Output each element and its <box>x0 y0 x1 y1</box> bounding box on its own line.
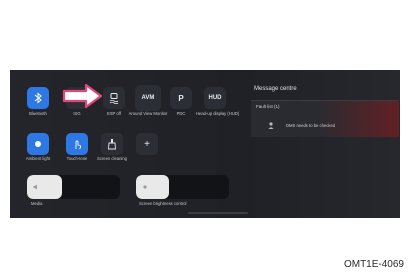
add-shortcut-button[interactable]: + <box>136 133 158 155</box>
fault-highlight <box>319 101 399 137</box>
screen-cleaning-icon <box>108 139 116 150</box>
pdc-icon: P <box>178 93 184 103</box>
ambient-light-label: Ambient light <box>25 156 51 161</box>
bluetooth-tile[interactable] <box>27 87 49 109</box>
pdc-tile[interactable]: P <box>170 87 192 109</box>
callout-arrow-icon <box>62 83 103 109</box>
home-indicator <box>188 212 248 214</box>
bluetooth-icon <box>34 92 42 104</box>
hud-icon: HUD <box>208 95 222 101</box>
esp-off-icon <box>109 93 119 104</box>
brightness-slider-label: Screen brightness control <box>139 201 187 206</box>
fault-message: DMS needs to be checked <box>286 123 336 128</box>
brightness-slider[interactable] <box>136 175 229 199</box>
media-volume-fill <box>27 175 63 199</box>
media-volume-slider[interactable] <box>27 175 120 199</box>
media-slider-label: Media <box>31 201 43 206</box>
esp-off-tile[interactable] <box>103 87 125 109</box>
avm-icon: AVM <box>141 95 155 101</box>
screen-cleaning-label: Screen cleaning <box>96 156 128 161</box>
screen-cleaning-tile[interactable] <box>101 133 123 155</box>
bluetooth-label: Bluetooth <box>29 111 47 116</box>
dms-warning-icon <box>268 122 274 129</box>
avm-tile[interactable]: AVM <box>135 85 161 111</box>
pdc-label: PDC <box>176 111 186 116</box>
fault-list-heading: Fault list (1) <box>256 104 280 109</box>
speaker-icon <box>33 184 37 190</box>
hud-label: Head-up display (HUD) <box>196 111 240 116</box>
brightness-icon <box>143 185 147 189</box>
ambient-light-icon <box>35 141 41 147</box>
figure-id: OMT1E-4069 <box>343 259 404 270</box>
touch-tone-label: Touch-tone <box>66 156 88 161</box>
esp-off-label: ESP off <box>106 111 122 116</box>
touch-icon <box>75 140 82 150</box>
add-icon: + <box>144 138 150 150</box>
brightness-fill <box>136 175 169 199</box>
message-centre-title: Message centre <box>254 86 297 92</box>
isg-label: ISG <box>73 111 81 116</box>
avm-label: Around View Monitor <box>128 111 168 116</box>
touch-tone-tile[interactable] <box>66 133 88 155</box>
ambient-light-tile[interactable] <box>27 133 49 155</box>
hud-tile[interactable]: HUD <box>204 87 226 109</box>
fault-list-card[interactable]: Fault list (1) DMS needs to be checked <box>251 100 399 137</box>
